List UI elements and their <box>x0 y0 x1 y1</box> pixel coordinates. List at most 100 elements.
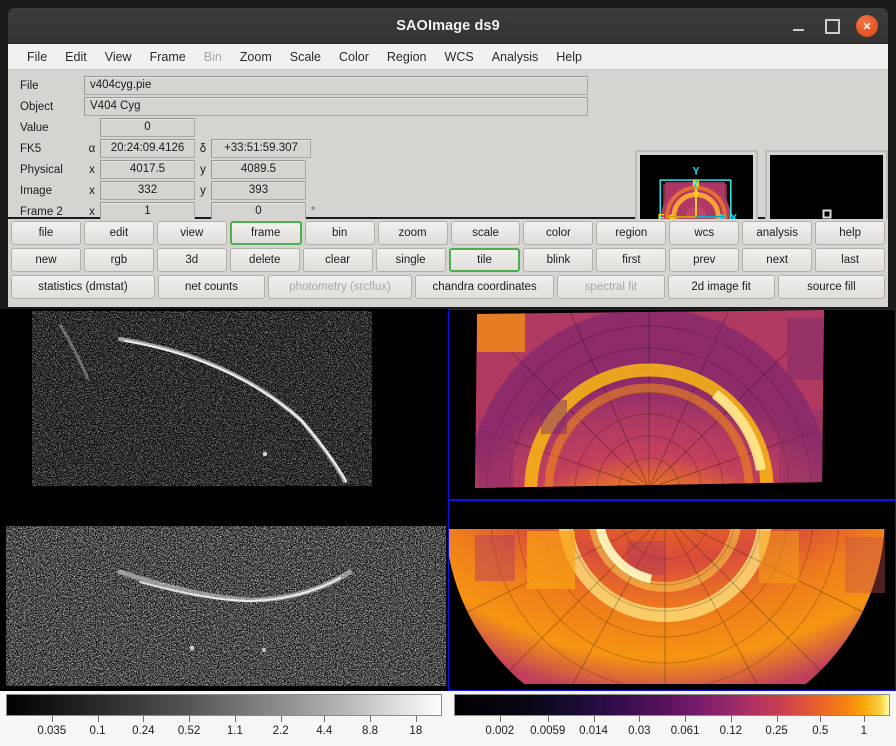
colorbar-left-tick <box>370 716 371 722</box>
physical-x-field[interactable]: 4017.5 <box>100 160 195 179</box>
colorbar-left-grey[interactable]: 0.0350.10.240.521.12.24.48.818 <box>0 691 448 746</box>
frame-2-pie-binned-image[interactable] <box>448 309 896 500</box>
button-chandra-coordinates[interactable]: chandra coordinates <box>415 275 554 299</box>
button-next[interactable]: next <box>742 248 812 272</box>
button-view[interactable]: view <box>157 221 227 245</box>
info-row-object: Object V404 Cyg <box>12 97 624 116</box>
window-controls: × <box>788 8 878 44</box>
colorbar-left-tick <box>281 716 282 722</box>
colorbar-right-tick-label: 0.12 <box>720 725 742 737</box>
frame-2-graphic <box>449 310 894 498</box>
button-frame[interactable]: frame <box>230 221 302 245</box>
image-y-field[interactable]: 393 <box>211 181 306 200</box>
info-field-rows: File v404cyg.pie Object V404 Cyg Value 0… <box>12 76 624 223</box>
colorbar-right-tick-label: 0.0059 <box>530 725 565 737</box>
button-row-frame-actions: newrgb3ddeleteclearsingletileblinkfirstp… <box>11 248 885 272</box>
button-source-fill[interactable]: source fill <box>778 275 885 299</box>
menu-help[interactable]: Help <box>547 47 591 67</box>
button-color[interactable]: color <box>523 221 593 245</box>
frame-x-symbol: x <box>84 206 100 218</box>
colorbar-left-ticks <box>6 716 442 724</box>
button-single[interactable]: single <box>376 248 446 272</box>
button-first[interactable]: first <box>596 248 666 272</box>
colorbar-right-tick <box>820 716 821 722</box>
menu-analysis[interactable]: Analysis <box>483 47 548 67</box>
button-delete[interactable]: delete <box>230 248 300 272</box>
magnifier-cursor-box <box>822 210 831 219</box>
colorbar-right-inferno[interactable]: 0.0020.00590.0140.030.0610.120.250.51 <box>448 691 896 746</box>
colorbar-left-tick-label: 8.8 <box>362 725 378 737</box>
colorbar-right-tick <box>685 716 686 722</box>
button-blink[interactable]: blink <box>523 248 593 272</box>
colorbar-left-strip[interactable] <box>6 694 442 716</box>
degree-unit-label: ° <box>311 206 315 217</box>
button-region[interactable]: region <box>596 221 666 245</box>
info-row-image: Image x 332 y 393 <box>12 181 624 200</box>
ra-symbol: α <box>84 143 100 155</box>
button-statistics-dmstat[interactable]: statistics (dmstat) <box>11 275 155 299</box>
pixel-value-field[interactable]: 0 <box>100 118 195 137</box>
button-clear[interactable]: clear <box>303 248 373 272</box>
colorbar-right-ticks <box>454 716 890 724</box>
button-net-counts[interactable]: net counts <box>158 275 265 299</box>
button-zoom[interactable]: zoom <box>378 221 448 245</box>
button-new[interactable]: new <box>11 248 81 272</box>
colorbar-left-tick-label: 2.2 <box>273 725 289 737</box>
close-icon[interactable]: × <box>856 15 878 37</box>
button-bin[interactable]: bin <box>305 221 375 245</box>
image-x-field[interactable]: 332 <box>100 181 195 200</box>
file-value-field[interactable]: v404cyg.pie <box>84 76 588 95</box>
physical-label: Physical <box>12 164 84 176</box>
button-wcs[interactable]: wcs <box>669 221 739 245</box>
colorbar-left-tick <box>324 716 325 722</box>
button-analysis[interactable]: analysis <box>742 221 812 245</box>
menu-scale[interactable]: Scale <box>281 47 330 67</box>
colorbar-left-tick-label: 4.4 <box>316 725 332 737</box>
button-edit[interactable]: edit <box>84 221 154 245</box>
object-value-field[interactable]: V404 Cyg <box>84 97 588 116</box>
frame-4-pie-binned-image[interactable] <box>448 500 896 691</box>
menu-edit[interactable]: Edit <box>56 47 96 67</box>
frame-3-counts-image[interactable] <box>0 500 448 691</box>
dec-value-field[interactable]: +33:51:59.307 <box>211 139 311 158</box>
panner-n-label: N <box>692 178 700 190</box>
menu-file[interactable]: File <box>18 47 56 67</box>
minimize-icon[interactable] <box>788 16 808 36</box>
button-tile[interactable]: tile <box>449 248 521 272</box>
colorbar-left-tick <box>52 716 53 722</box>
button-last[interactable]: last <box>815 248 885 272</box>
menu-zoom[interactable]: Zoom <box>231 47 281 67</box>
button-help[interactable]: help <box>815 221 885 245</box>
info-panel: File v404cyg.pie Object V404 Cyg Value 0… <box>8 70 888 217</box>
physical-y-field[interactable]: 4089.5 <box>211 160 306 179</box>
menu-region[interactable]: Region <box>378 47 436 67</box>
colorbar-right-tick <box>864 716 865 722</box>
button-file[interactable]: file <box>11 221 81 245</box>
info-row-physical: Physical x 4017.5 y 4089.5 <box>12 160 624 179</box>
colorbar-right-tick <box>731 716 732 722</box>
dec-symbol: δ <box>195 143 211 155</box>
colorbar-right-strip[interactable] <box>454 694 890 716</box>
menu-view[interactable]: View <box>96 47 141 67</box>
image-label: Image <box>12 185 84 197</box>
colorbar-right-labels: 0.0020.00590.0140.030.0610.120.250.51 <box>454 724 890 742</box>
button-2d-image-fit[interactable]: 2d image fit <box>668 275 775 299</box>
maximize-icon[interactable] <box>822 16 842 36</box>
colorbar-right-tick <box>639 716 640 722</box>
physical-x-symbol: x <box>84 164 100 176</box>
button-3d[interactable]: 3d <box>157 248 227 272</box>
frame-3-graphic <box>0 500 448 691</box>
button-scale[interactable]: scale <box>451 221 521 245</box>
button-prev[interactable]: prev <box>669 248 739 272</box>
button-rgb[interactable]: rgb <box>84 248 154 272</box>
ra-value-field[interactable]: 20:24:09.4126 <box>100 139 195 158</box>
menu-wcs[interactable]: WCS <box>436 47 483 67</box>
colorbar-left-tick <box>98 716 99 722</box>
colorbar-left-tick <box>143 716 144 722</box>
frame-1-graphic <box>0 309 448 500</box>
menu-color[interactable]: Color <box>330 47 378 67</box>
wcs-system-label: FK5 <box>12 143 84 155</box>
menu-frame[interactable]: Frame <box>141 47 195 67</box>
image-x-symbol: x <box>84 185 100 197</box>
frame-1-counts-image[interactable] <box>0 309 448 500</box>
